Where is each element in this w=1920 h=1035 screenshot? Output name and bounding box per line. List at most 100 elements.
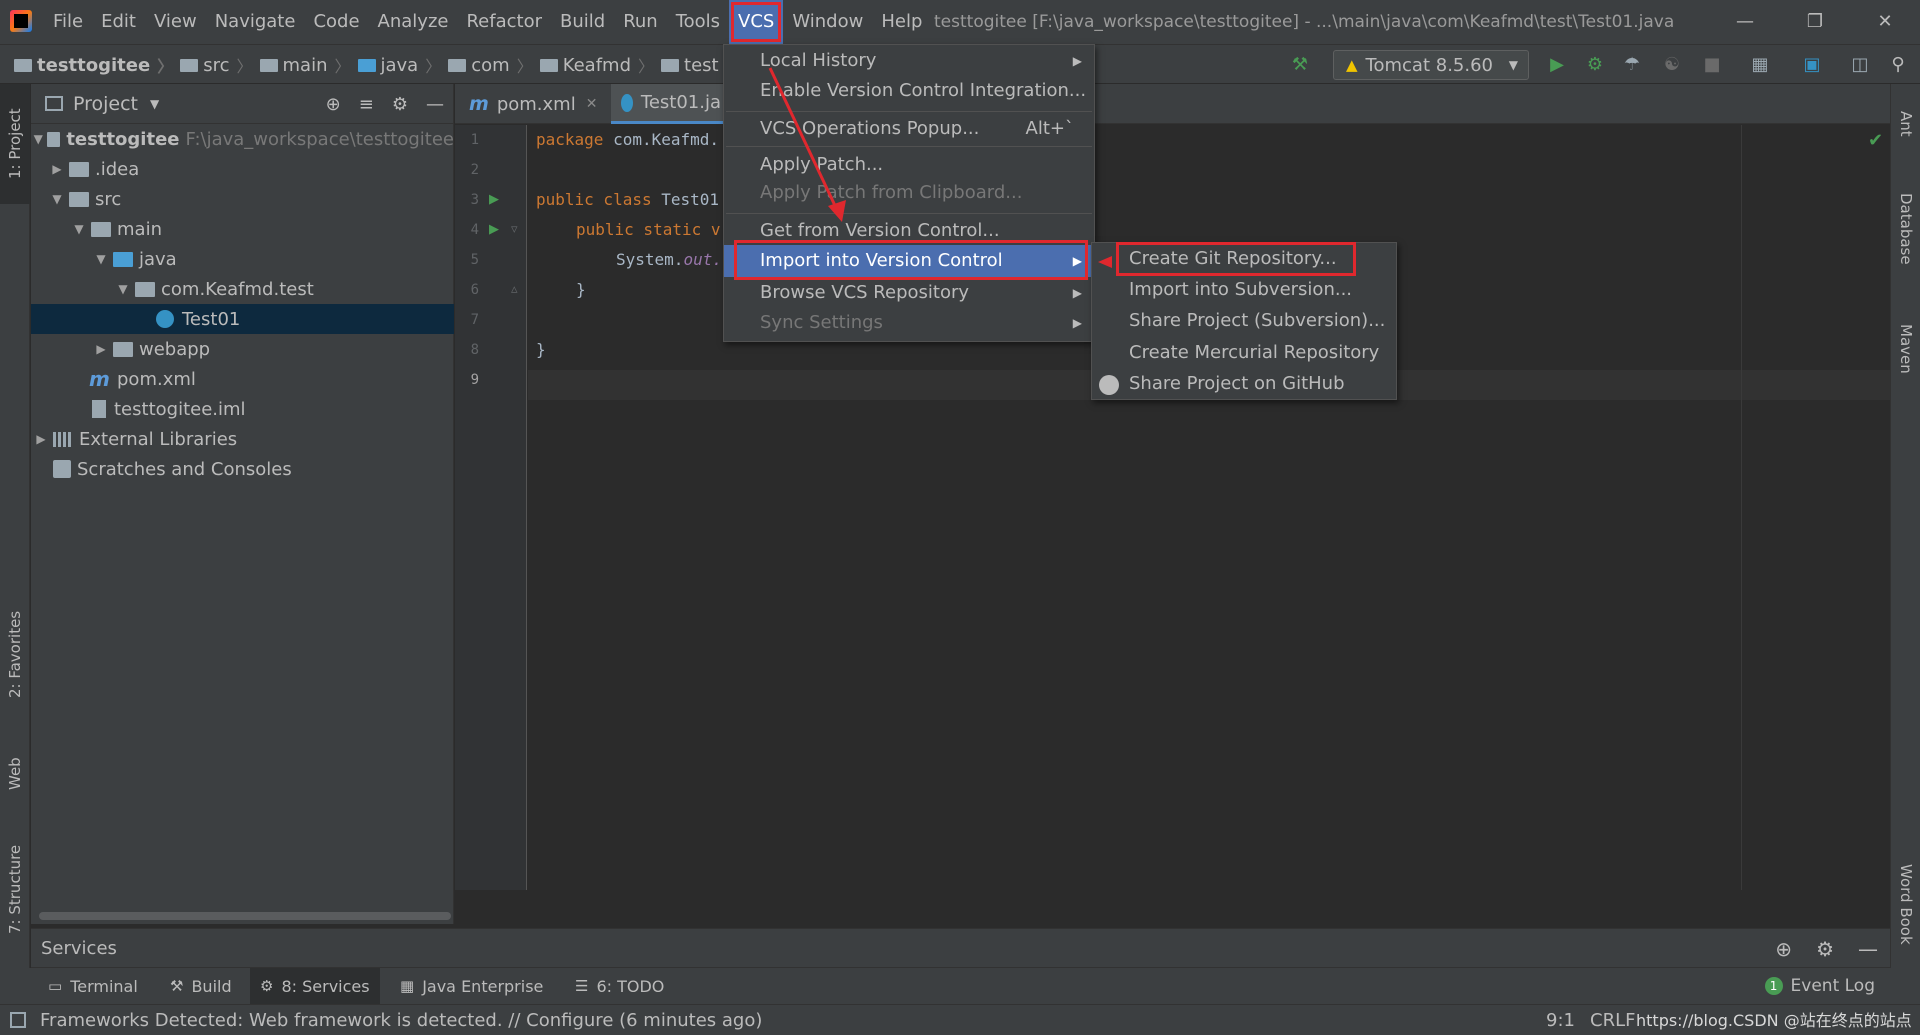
project-icon xyxy=(45,96,63,111)
tool-tab-maven[interactable]: Maven xyxy=(1891,304,1920,394)
folder-icon xyxy=(91,221,111,237)
tool-tab-terminal[interactable]: ▭ Terminal xyxy=(48,968,138,1004)
project-tree: ▼ testtogitee F:\java_workspace\testtogite… xyxy=(31,124,454,484)
toggle-tool-windows-icon[interactable] xyxy=(10,1012,26,1028)
tree-node-iml[interactable]: testtogitee.iml xyxy=(31,394,454,424)
tool-tab-ant[interactable]: Ant xyxy=(1891,94,1920,154)
tree-node-main[interactable]: ▼ main xyxy=(31,214,454,244)
debug-icon[interactable]: ⚙ xyxy=(1583,53,1607,77)
tool-tab-structure[interactable]: 7: Structure xyxy=(0,829,30,949)
tool-tab-java-enterprise[interactable]: ▦ Java Enterprise xyxy=(400,968,543,1004)
expand-arrow-icon: ▼ xyxy=(52,192,62,206)
tree-node-test01[interactable]: Test01 xyxy=(31,304,454,334)
menu-vcs[interactable]: VCS xyxy=(729,0,784,44)
menu-item-apply-patch-clipboard: Apply Patch from Clipboard... xyxy=(760,182,1023,203)
horizontal-scrollbar[interactable] xyxy=(39,912,451,920)
menu-edit[interactable]: Edit xyxy=(92,0,145,44)
tool-tab-services[interactable]: ⚙ 8: Services xyxy=(250,968,380,1004)
folder-icon xyxy=(69,161,89,177)
menu-item-import-subversion[interactable]: Import into Subversion... xyxy=(1092,274,1396,306)
tool-tab-word-book[interactable]: Word Book xyxy=(1891,844,1920,964)
menu-tools[interactable]: Tools xyxy=(667,0,729,44)
line-separator[interactable]: CRLF xyxy=(1590,1005,1635,1035)
status-message[interactable]: Frameworks Detected: Web framework is de… xyxy=(40,1005,762,1035)
fold-marker-icon[interactable]: ▵ xyxy=(511,282,518,297)
menu-window[interactable]: Window xyxy=(783,0,872,44)
hide-icon[interactable]: — xyxy=(426,94,444,115)
inspection-ok-icon[interactable]: ✔ xyxy=(1868,130,1883,151)
tool-tab-build[interactable]: ⚒ Build xyxy=(170,968,232,1004)
search-icon[interactable]: ⚲ xyxy=(1886,53,1910,77)
menu-item-enable-vcs[interactable]: Enable Version Control Integration... xyxy=(724,75,1094,107)
tree-node-java[interactable]: ▼ java xyxy=(31,244,454,274)
breadcrumb-item[interactable]: java 〉 xyxy=(357,53,449,77)
run-configuration-select[interactable]: ▲ Tomcat 8.5.60 ▼ xyxy=(1333,50,1529,80)
caret-position[interactable]: 9:1 xyxy=(1546,1005,1575,1035)
breadcrumb-item[interactable]: com 〉 xyxy=(448,53,539,77)
close-tab-icon[interactable]: ✕ xyxy=(586,96,598,112)
collapse-all-icon[interactable]: ≡ xyxy=(359,94,374,115)
tool-tab-favorites[interactable]: 2: Favorites xyxy=(0,594,30,714)
terminal-icon: ▭ xyxy=(48,977,63,995)
menu-item-vcs-popup[interactable]: VCS Operations Popup... Alt+` xyxy=(724,113,1094,145)
menu-refactor[interactable]: Refactor xyxy=(457,0,551,44)
project-structure-icon[interactable]: ▦ xyxy=(1748,53,1772,77)
tree-node-scratches[interactable]: Scratches and Consoles xyxy=(31,454,454,484)
build-hammer-icon[interactable]: ⚒ xyxy=(1288,53,1312,77)
run-icon[interactable]: ▶ xyxy=(1545,53,1569,77)
close-icon[interactable]: ✕ xyxy=(1855,0,1915,44)
coverage-icon[interactable]: ☂ xyxy=(1620,53,1644,77)
menu-build[interactable]: Build xyxy=(551,0,614,44)
tool-tab-project[interactable]: 1: Project xyxy=(0,84,30,204)
tree-node-pom[interactable]: m pom.xml xyxy=(31,364,454,394)
fold-marker-icon[interactable]: ▿ xyxy=(511,222,518,237)
stop-icon[interactable]: ■ xyxy=(1700,53,1724,77)
module-file-icon xyxy=(92,400,106,418)
tree-node-root[interactable]: ▼ testtogitee F:\java_workspace\testtogite… xyxy=(31,124,454,154)
menu-analyze[interactable]: Analyze xyxy=(369,0,458,44)
menu-navigate[interactable]: Navigate xyxy=(206,0,305,44)
locate-icon[interactable]: ⊕ xyxy=(1775,937,1792,961)
tree-node-package[interactable]: ▼ com.Keafmd.test xyxy=(31,274,454,304)
menu-item-share-subversion[interactable]: Share Project (Subversion)... xyxy=(1092,305,1396,337)
menu-item-create-mercurial[interactable]: Create Mercurial Repository xyxy=(1092,337,1396,369)
gear-icon[interactable]: ⚙ xyxy=(1816,937,1834,961)
restore-icon[interactable]: ❐ xyxy=(1785,0,1845,44)
tree-node-src[interactable]: ▼ src xyxy=(31,184,454,214)
folder-icon xyxy=(180,58,199,72)
menu-code[interactable]: Code xyxy=(304,0,368,44)
menu-item-local-history[interactable]: Local History ▶ xyxy=(724,45,1094,77)
project-view-selector[interactable]: Project ▼ xyxy=(45,93,159,115)
run-gutter-icon[interactable]: ▶ xyxy=(489,192,499,207)
terminal-window-icon[interactable]: ◫ xyxy=(1848,53,1872,77)
menu-view[interactable]: View xyxy=(145,0,206,44)
menu-run[interactable]: Run xyxy=(614,0,667,44)
run-gutter-icon[interactable]: ▶ xyxy=(489,222,499,237)
locate-icon[interactable]: ⊕ xyxy=(326,94,341,115)
menu-file[interactable]: File xyxy=(44,0,92,44)
menu-item-browse-vcs[interactable]: Browse VCS Repository ▶ xyxy=(724,277,1094,309)
profile-icon[interactable]: ☯ xyxy=(1660,53,1684,77)
menu-separator xyxy=(726,146,1092,147)
hide-icon[interactable]: — xyxy=(1858,937,1878,961)
vcs-menu: Local History ▶ Enable Version Control In… xyxy=(723,44,1095,342)
event-log-button[interactable]: 1 Event Log xyxy=(1764,968,1875,1004)
minimize-icon[interactable]: — xyxy=(1715,0,1775,44)
gear-icon[interactable]: ⚙ xyxy=(392,94,408,115)
breadcrumb-item[interactable]: testtogitee 〉 xyxy=(14,53,180,77)
tool-tab-database[interactable]: Database xyxy=(1891,174,1920,284)
breadcrumb-item[interactable]: main 〉 xyxy=(259,53,358,77)
code-line: } xyxy=(536,340,546,359)
menu-help[interactable]: Help xyxy=(872,0,931,44)
translate-icon[interactable]: ▣ xyxy=(1800,53,1824,77)
tree-node-external-libraries[interactable]: ▶ External Libraries xyxy=(31,424,454,454)
menu-item-share-github[interactable]: Share Project on GitHub xyxy=(1092,368,1396,400)
breadcrumb-item[interactable]: Keafmd 〉 xyxy=(539,53,661,77)
tab-pom-xml[interactable]: m pom.xml ✕ xyxy=(459,84,607,124)
tool-tab-todo[interactable]: ☰ 6: TODO xyxy=(575,968,664,1004)
tool-tab-web[interactable]: Web xyxy=(0,734,30,814)
tree-node-idea[interactable]: ▶ .idea xyxy=(31,154,454,184)
breadcrumb-item[interactable]: src 〉 xyxy=(180,53,259,77)
tab-test01[interactable]: Test01.ja xyxy=(611,84,731,124)
tree-node-webapp[interactable]: ▶ webapp xyxy=(31,334,454,364)
